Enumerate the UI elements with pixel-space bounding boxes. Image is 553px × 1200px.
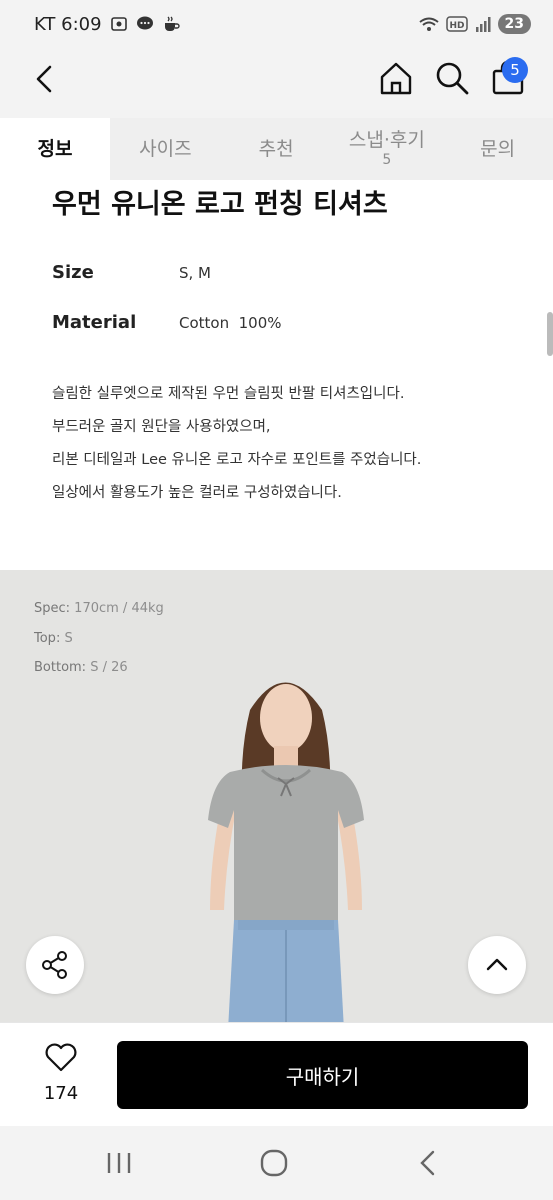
share-button[interactable] [26, 936, 84, 994]
product-photo: Spec: 170cm / 44kg Top: S Bottom: S / 26 [0, 570, 553, 1022]
signal-icon [475, 17, 491, 32]
wifi-icon [418, 17, 439, 31]
spec-value: Cotton 100% [179, 313, 282, 332]
status-left: KT 6:09 [34, 14, 180, 35]
like-button[interactable]: 174 [30, 1041, 92, 1111]
tab-label: 사이즈 [139, 137, 192, 160]
chevron-up-icon [486, 958, 508, 971]
spec-label: Size [52, 262, 94, 283]
model-bottom-label: Bottom: [34, 660, 87, 675]
model-top-value: S [64, 631, 73, 646]
screenshot-icon [110, 17, 127, 31]
back-nav-icon[interactable] [411, 1148, 447, 1178]
tab-label: 추천 [258, 137, 294, 160]
product-info: 우먼 유니온 로고 펀칭 티셔츠 Size S, M Material Cott… [0, 180, 553, 570]
spec-row-material: Material Cotton 100% [52, 312, 282, 333]
home-icon[interactable] [378, 60, 414, 96]
back-button[interactable] [28, 62, 62, 96]
tab-info[interactable]: 정보 [0, 118, 110, 180]
spec-label: Material [52, 312, 137, 333]
buy-button[interactable]: 구매하기 [117, 1041, 528, 1109]
scrollbar-thumb[interactable] [547, 312, 553, 356]
carrier-time: KT 6:09 [34, 13, 102, 35]
scroll-top-button[interactable] [468, 936, 526, 994]
tab-label: 문의 [480, 137, 516, 160]
tab-recommend[interactable]: 추천 [221, 118, 332, 180]
model-spec-label: Spec: [34, 601, 71, 616]
tab-bar: 정보 사이즈 추천 스냅·후기 5 문의 [0, 118, 553, 180]
model-top-size: Top: S [34, 631, 73, 646]
chat-icon [136, 16, 153, 30]
description-line: 슬림한 실루엣으로 제작된 우먼 슬림핏 반팔 티셔츠입니다. [52, 386, 405, 402]
cafe-icon [164, 16, 180, 31]
model-spec: Spec: 170cm / 44kg [34, 601, 164, 616]
share-icon [42, 951, 67, 979]
description-line: 부드러운 골지 원단을 사용하였으며, [52, 419, 271, 435]
spec-value: S, M [179, 263, 211, 282]
tab-snap-review[interactable]: 스냅·후기 5 [332, 118, 443, 180]
status-bar: KT 6:09 HD 23 [0, 0, 553, 48]
model-bottom-size: Bottom: S / 26 [34, 660, 128, 675]
tab-inquiry[interactable]: 문의 [442, 118, 553, 180]
product-title: 우먼 유니온 로고 펀칭 티셔츠 [52, 189, 388, 220]
model-top-label: Top: [34, 631, 61, 646]
system-nav-bar [0, 1126, 553, 1200]
search-icon[interactable] [434, 60, 470, 96]
heart-icon [45, 1043, 77, 1072]
svg-text:HD: HD [449, 21, 464, 31]
recent-apps-icon[interactable] [101, 1148, 137, 1178]
battery-level: 23 [497, 14, 531, 34]
model-image [208, 682, 364, 1022]
app-header [0, 48, 553, 118]
tab-label: 스냅·후기 [348, 129, 425, 152]
model-spec-value: 170cm / 44kg [74, 601, 164, 616]
bottom-action-bar: 174 구매하기 [0, 1022, 553, 1126]
spec-row-size: Size S, M [52, 262, 211, 283]
tab-label: 정보 [37, 137, 73, 160]
cart-count-badge: 5 [502, 57, 528, 83]
like-count: 174 [43, 1083, 79, 1104]
description-line: 일상에서 활용도가 높은 컬러로 구성하였습니다. [52, 485, 342, 501]
tab-review-count: 5 [382, 152, 392, 168]
home-nav-icon[interactable] [256, 1148, 292, 1178]
status-right: HD 23 [418, 14, 531, 34]
description-line: 리본 디테일과 Lee 유니온 로고 자수로 포인트를 주었습니다. [52, 452, 422, 468]
tab-size[interactable]: 사이즈 [110, 118, 221, 180]
model-bottom-value: S / 26 [90, 660, 128, 675]
product-description: 슬림한 실루엣으로 제작된 우먼 슬림핏 반팔 티셔츠입니다. 부드러운 골지 … [52, 378, 421, 510]
hd-icon: HD [445, 16, 468, 32]
